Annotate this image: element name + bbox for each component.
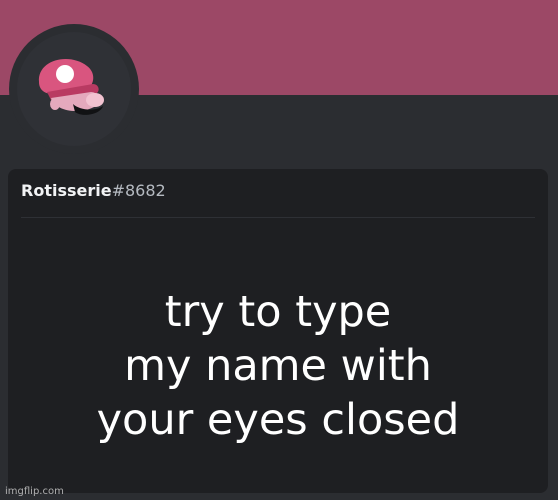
caption-line-2: my name with [124, 341, 432, 391]
caption-line-3: your eyes closed [96, 395, 460, 445]
avatar[interactable] [17, 32, 131, 146]
username-row[interactable]: Rotisserie#8682 [21, 181, 166, 200]
username: Rotisserie [21, 181, 112, 200]
caption-line-1: try to type [164, 287, 392, 337]
discriminator: #8682 [111, 181, 166, 200]
divider [21, 217, 535, 218]
avatar-ring [9, 24, 139, 154]
meme-caption: try to type my name with your eyes close… [8, 285, 548, 447]
watermark: imgflip.com [5, 486, 64, 497]
mario-cap-icon [38, 59, 104, 115]
profile-card: Rotisserie#8682 try to type my name with… [8, 169, 548, 493]
